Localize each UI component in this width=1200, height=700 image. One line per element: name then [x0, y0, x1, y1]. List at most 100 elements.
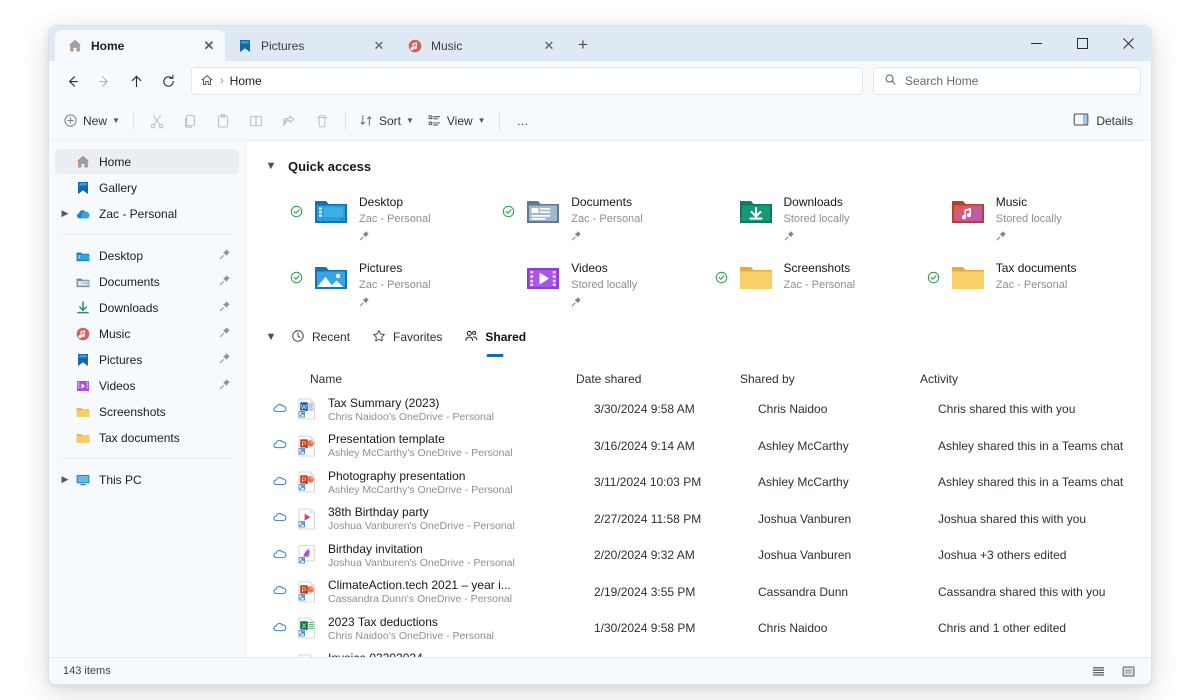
- quick-access-tile[interactable]: Videos Stored locally: [496, 253, 708, 309]
- close-icon[interactable]: ✕: [199, 36, 219, 56]
- sidebar-item-desktop[interactable]: Desktop: [55, 243, 239, 268]
- close-icon[interactable]: ✕: [369, 36, 389, 56]
- svg-text:P: P: [302, 441, 306, 448]
- paste-button[interactable]: [207, 106, 239, 136]
- tile-name: Tax documents: [995, 261, 1077, 275]
- home-icon: [75, 154, 91, 170]
- tab-recent[interactable]: Recent: [282, 324, 359, 350]
- sidebar-item-screenshots[interactable]: Screenshots: [55, 399, 239, 424]
- back-button[interactable]: [57, 66, 87, 96]
- folder-icon: [75, 404, 91, 420]
- tab-label: Favorites: [393, 330, 443, 344]
- tab-music[interactable]: Music ✕: [395, 30, 565, 61]
- sidebar-item-gallery[interactable]: Gallery: [55, 175, 239, 200]
- quick-access-tile[interactable]: Tax documents Zac - Personal: [921, 253, 1133, 309]
- close-icon[interactable]: ✕: [539, 36, 559, 56]
- tile-name: Downloads: [783, 195, 843, 209]
- quick-access-tile[interactable]: Music Stored locally: [921, 187, 1133, 243]
- quick-access-header[interactable]: ▼ Quick access: [264, 153, 1133, 179]
- search-placeholder: Search Home: [905, 74, 979, 88]
- home-icon: [67, 38, 83, 54]
- quick-access-tile[interactable]: Desktop Zac - Personal: [284, 187, 496, 243]
- column-header-shared-by[interactable]: Shared by: [740, 372, 920, 386]
- command-toolbar: New ▼ Sort ▼ View ▼ … Details: [49, 101, 1151, 141]
- chevron-right-icon[interactable]: ▶: [55, 208, 75, 219]
- details-pane-button[interactable]: Details: [1065, 106, 1141, 136]
- quick-access-tile[interactable]: Downloads Stored locally: [709, 187, 921, 243]
- column-header-activity[interactable]: Activity: [920, 372, 1133, 386]
- chevron-right-icon[interactable]: ▶: [55, 474, 75, 485]
- sidebar-item-home[interactable]: Home: [55, 149, 239, 174]
- file-activity: Chris and 1 other edited: [938, 621, 1067, 636]
- file-activity: Joshua shared this with you: [938, 511, 1087, 526]
- rename-button[interactable]: [240, 106, 272, 136]
- table-row[interactable]: Birthday invitation Joshua Vanburen's On…: [264, 537, 1133, 574]
- word-file-icon: W: [297, 398, 318, 420]
- refresh-button[interactable]: [153, 66, 183, 96]
- view-button[interactable]: View ▼: [421, 106, 492, 136]
- table-row[interactable]: 38th Birthday party Joshua Vanburen's On…: [264, 501, 1133, 538]
- sidebar-item-tax-documents[interactable]: Tax documents: [55, 425, 239, 450]
- column-header-name[interactable]: Name: [310, 372, 576, 386]
- column-header-date-shared[interactable]: Date shared: [576, 372, 740, 386]
- pin-icon[interactable]: [219, 274, 231, 289]
- pin-icon[interactable]: [219, 352, 231, 367]
- tab-favorites[interactable]: Favorites: [363, 324, 451, 350]
- pictures-icon: [237, 38, 253, 54]
- sidebar-item-zac-personal[interactable]: ▶ Zac - Personal: [55, 201, 239, 226]
- search-box[interactable]: Search Home: [873, 67, 1141, 95]
- breadcrumb-current[interactable]: Home: [230, 74, 262, 88]
- breadcrumb-home-icon[interactable]: [200, 73, 214, 90]
- sort-button[interactable]: Sort ▼: [353, 106, 420, 136]
- delete-button[interactable]: [306, 106, 338, 136]
- pin-icon[interactable]: [219, 300, 231, 315]
- sidebar-item-label: Videos: [99, 378, 136, 393]
- quick-access-tile[interactable]: Documents Zac - Personal: [496, 187, 708, 243]
- table-row[interactable]: Invoice 03302024 Chris Naidoo's OneDrive…: [264, 647, 1133, 657]
- minimize-button[interactable]: [1013, 26, 1059, 60]
- video-file-icon: [297, 508, 318, 530]
- pin-icon[interactable]: [219, 378, 231, 393]
- see-more-button[interactable]: …: [507, 106, 539, 136]
- tile-name: Music: [995, 195, 1028, 209]
- up-button[interactable]: [121, 66, 151, 96]
- share-button[interactable]: [273, 106, 305, 136]
- tab-home[interactable]: Home ✕: [55, 30, 225, 61]
- tab-pictures[interactable]: Pictures ✕: [225, 30, 395, 61]
- sidebar-item-music[interactable]: Music: [55, 321, 239, 346]
- pin-icon[interactable]: [219, 248, 231, 263]
- new-tab-button[interactable]: +: [569, 31, 597, 59]
- quick-access-tile[interactable]: Screenshots Zac - Personal: [709, 253, 921, 309]
- table-row[interactable]: W Tax Summary (2023) Chris Naidoo's OneD…: [264, 391, 1133, 428]
- table-row[interactable]: P Presentation template Ashley McCarthy'…: [264, 428, 1133, 465]
- forward-button[interactable]: [89, 66, 119, 96]
- tab-label: Shared: [485, 330, 527, 344]
- table-row[interactable]: P ClimateAction.tech 2021 – year i... Ca…: [264, 574, 1133, 611]
- table-row[interactable]: P Photography presentation Ashley McCart…: [264, 464, 1133, 501]
- breadcrumb[interactable]: › Home: [191, 67, 863, 95]
- pin-icon[interactable]: [219, 326, 231, 341]
- quick-access-tile[interactable]: Pictures Zac - Personal: [284, 253, 496, 309]
- tile-sub: Stored locally: [995, 213, 1062, 225]
- tab-shared[interactable]: Shared: [455, 324, 535, 350]
- sidebar-item-this-pc[interactable]: ▶ This PC: [55, 467, 239, 492]
- maximize-button[interactable]: [1059, 26, 1105, 60]
- cut-button[interactable]: [141, 106, 173, 136]
- chevron-down-icon[interactable]: ▼: [264, 331, 278, 343]
- details-view-icon[interactable]: [1085, 661, 1111, 681]
- documents-folder-icon: [525, 195, 561, 227]
- file-name: Photography presentation: [328, 468, 466, 483]
- sidebar-item-videos[interactable]: Videos: [55, 373, 239, 398]
- sidebar-item-downloads[interactable]: Downloads: [55, 295, 239, 320]
- copy-button[interactable]: [174, 106, 206, 136]
- file-shared-by: Joshua Vanburen: [758, 511, 852, 526]
- chevron-down-icon[interactable]: ▼: [264, 160, 278, 172]
- sidebar-item-pictures[interactable]: Pictures: [55, 347, 239, 372]
- file-date-shared: 3/11/2024 10:03 PM: [594, 475, 702, 490]
- close-button[interactable]: [1105, 26, 1151, 60]
- sidebar-item-documents[interactable]: Documents: [55, 269, 239, 294]
- table-row[interactable]: X 2023 Tax deductions Chris Naidoo's One…: [264, 610, 1133, 647]
- large-icons-view-icon[interactable]: [1115, 661, 1141, 681]
- new-button[interactable]: New ▼: [57, 106, 126, 136]
- sync-status-icon: [715, 271, 728, 289]
